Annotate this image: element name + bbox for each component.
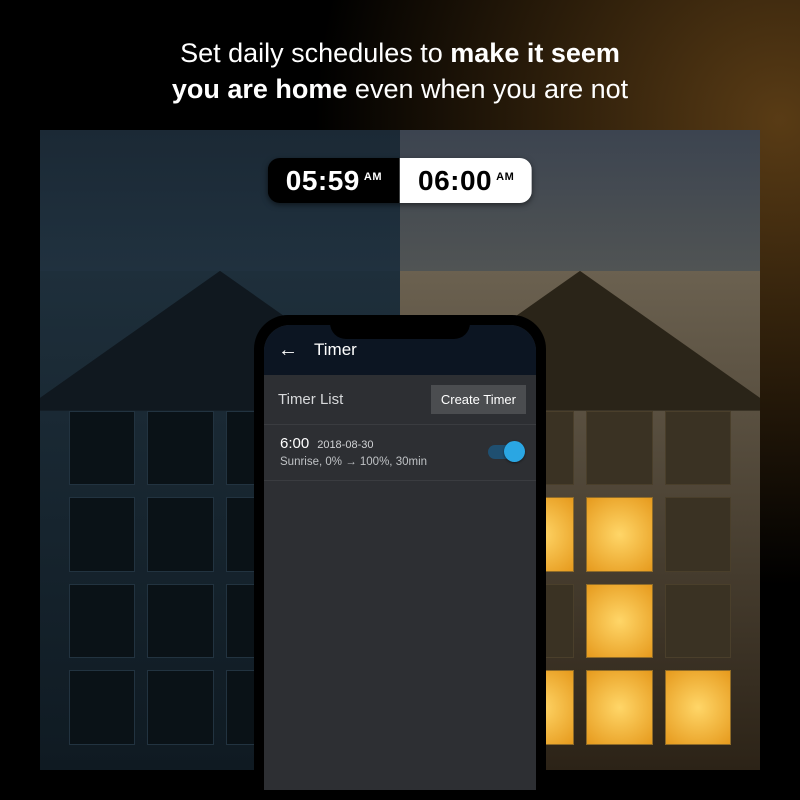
timer-list-label: Timer List <box>278 391 343 408</box>
app-screen: ← Timer Timer List Create Timer 6:00 201… <box>264 325 536 790</box>
time-before-ampm: AM <box>364 171 382 183</box>
time-after-value: 06:00 <box>418 165 492 197</box>
timer-date: 2018-08-30 <box>317 439 373 451</box>
headline-bold-1: make it seem <box>450 38 620 68</box>
phone-mockup: ← Timer Timer List Create Timer 6:00 201… <box>254 315 546 800</box>
app-title: Timer <box>314 340 357 360</box>
timer-detail: Sunrise, 0% → 100%, 30min <box>280 456 427 468</box>
time-after-ampm: AM <box>496 171 514 183</box>
toggle-knob-icon <box>504 441 525 462</box>
phone-notch <box>330 315 470 339</box>
headline-bold-2: you are home <box>172 74 348 104</box>
timer-row[interactable]: 6:00 2018-08-30 Sunrise, 0% → 100%, 30mi… <box>264 425 536 480</box>
timer-time: 6:00 <box>280 435 309 452</box>
divider <box>264 480 536 481</box>
time-comparison-badge: 05:59 AM 06:00 AM <box>268 158 532 203</box>
time-before: 05:59 AM <box>268 158 400 203</box>
time-after: 06:00 AM <box>400 158 532 203</box>
create-timer-button[interactable]: Create Timer <box>431 385 526 414</box>
marketing-headline: Set daily schedules to make it seem you … <box>0 35 800 108</box>
timer-toggle[interactable] <box>488 445 522 459</box>
headline-suffix: even when you are not <box>347 74 628 104</box>
timer-list-header: Timer List Create Timer <box>264 375 536 424</box>
time-before-value: 05:59 <box>286 165 360 197</box>
back-icon[interactable]: ← <box>278 340 298 360</box>
headline-prefix: Set daily schedules to <box>180 38 450 68</box>
